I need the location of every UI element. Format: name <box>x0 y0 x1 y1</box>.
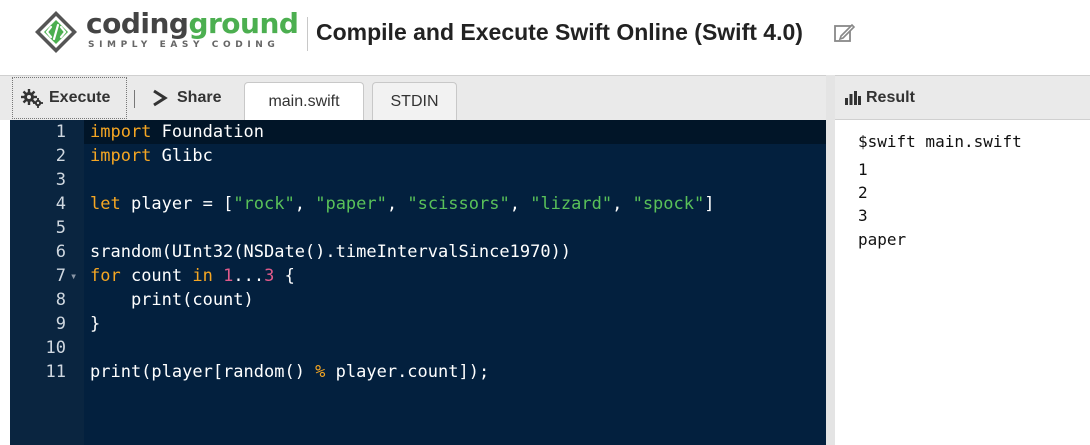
fold-toggle-icon[interactable]: ▾ <box>70 264 77 288</box>
operator: % <box>315 362 326 382</box>
string-literal: "spock" <box>632 194 705 214</box>
line-number: 9 <box>55 314 66 334</box>
share-label: Share <box>177 89 222 106</box>
number-literal: 3 <box>264 266 275 286</box>
keyword: for <box>90 266 121 286</box>
result-header: Result <box>835 75 1090 120</box>
code-text: count <box>120 266 193 286</box>
code-text: , <box>612 194 633 214</box>
code-text: , <box>386 194 408 214</box>
keyword: import <box>90 146 152 166</box>
keyword: import <box>90 122 152 142</box>
execute-button[interactable]: Execute <box>12 77 127 119</box>
code-text: { <box>274 266 295 286</box>
line-number: 7 <box>55 266 66 286</box>
code-line-7[interactable]: for count in 1...3 { <box>90 264 295 288</box>
line-number: 5 <box>55 218 66 238</box>
tab-main-swift-label: main.swift <box>268 93 340 110</box>
brand-tagline: SIMPLY EASY CODING <box>88 40 280 50</box>
bar-chart-icon <box>845 90 861 105</box>
execute-label: Execute <box>49 89 111 106</box>
tab-stdin-label: STDIN <box>390 92 439 110</box>
output-line: 3 <box>858 206 868 225</box>
code-text: , <box>294 194 316 214</box>
code-line-6[interactable]: srandom(UInt32(NSDate().timeIntervalSinc… <box>90 240 571 264</box>
code-editor[interactable]: 1 2 3 4 5 6 7 ▾ 8 9 10 11 import Foundat… <box>10 120 826 445</box>
brand-name[interactable]: codingground <box>86 7 299 40</box>
brand-name-part2: ground <box>188 7 299 40</box>
edit-icon[interactable] <box>833 22 855 44</box>
line-number: 2 <box>55 146 66 166</box>
result-title: Result <box>866 88 915 106</box>
code-text: Foundation <box>151 122 265 142</box>
code-line-8[interactable]: print(count) <box>90 288 254 312</box>
editor-toolbar: Execute Share main.swift STDIN <box>0 75 826 121</box>
output-line: paper <box>858 230 907 249</box>
share-button[interactable]: Share <box>150 76 221 120</box>
page-title: Compile and Execute Swift Online (Swift … <box>316 19 803 45</box>
line-number: 1 <box>55 122 66 142</box>
code-text: , <box>509 194 531 214</box>
code-line-1[interactable]: import Foundation <box>90 120 264 144</box>
gears-icon <box>21 89 43 108</box>
string-literal: "paper" <box>315 194 387 214</box>
line-number: 3 <box>55 170 66 190</box>
code-text: print(player[random() <box>90 362 316 382</box>
code-text: Glibc <box>151 146 213 166</box>
share-arrow-icon <box>153 89 168 107</box>
code-text: player = [ <box>120 194 234 214</box>
code-text: } <box>90 314 101 334</box>
line-number: 4 <box>55 194 66 214</box>
line-number: 10 <box>45 338 66 358</box>
code-text: print(count) <box>90 290 254 310</box>
tab-main-swift[interactable]: main.swift <box>244 82 364 121</box>
string-literal: "lizard" <box>530 194 613 214</box>
string-literal: "rock" <box>233 194 295 214</box>
line-number: 11 <box>45 362 66 382</box>
keyword: in <box>192 266 213 286</box>
codingground-logo-icon <box>35 11 77 53</box>
title-divider <box>307 17 308 51</box>
code-line-4[interactable]: let player = ["rock", "paper", "scissors… <box>90 192 714 216</box>
code-line-11[interactable]: print(player[random() % player.count]); <box>90 360 489 384</box>
output-line: 2 <box>858 183 868 202</box>
code-text: ... <box>233 266 265 286</box>
line-number: 6 <box>55 242 66 262</box>
brand-name-part1: coding <box>86 7 189 40</box>
output-line: $swift main.swift <box>858 132 1022 151</box>
code-text: srandom(UInt32(NSDate().timeIntervalSinc… <box>90 242 572 262</box>
panel-splitter[interactable] <box>826 75 835 445</box>
keyword: let <box>90 194 121 214</box>
string-literal: "scissors" <box>407 194 510 214</box>
code-text: player.count]); <box>325 362 490 382</box>
result-output: $swift main.swift 1 2 3 paper <box>835 120 1090 445</box>
code-text: ] <box>704 194 715 214</box>
code-line-2[interactable]: import Glibc <box>90 144 213 168</box>
number-literal: 1 <box>223 266 234 286</box>
line-number: 8 <box>55 290 66 310</box>
code-line-9[interactable]: } <box>90 312 100 336</box>
output-line: 1 <box>858 160 868 179</box>
site-header: codingground SIMPLY EASY CODING Compile … <box>0 0 1090 75</box>
toolbar-divider <box>134 90 135 108</box>
tab-stdin[interactable]: STDIN <box>372 82 457 120</box>
